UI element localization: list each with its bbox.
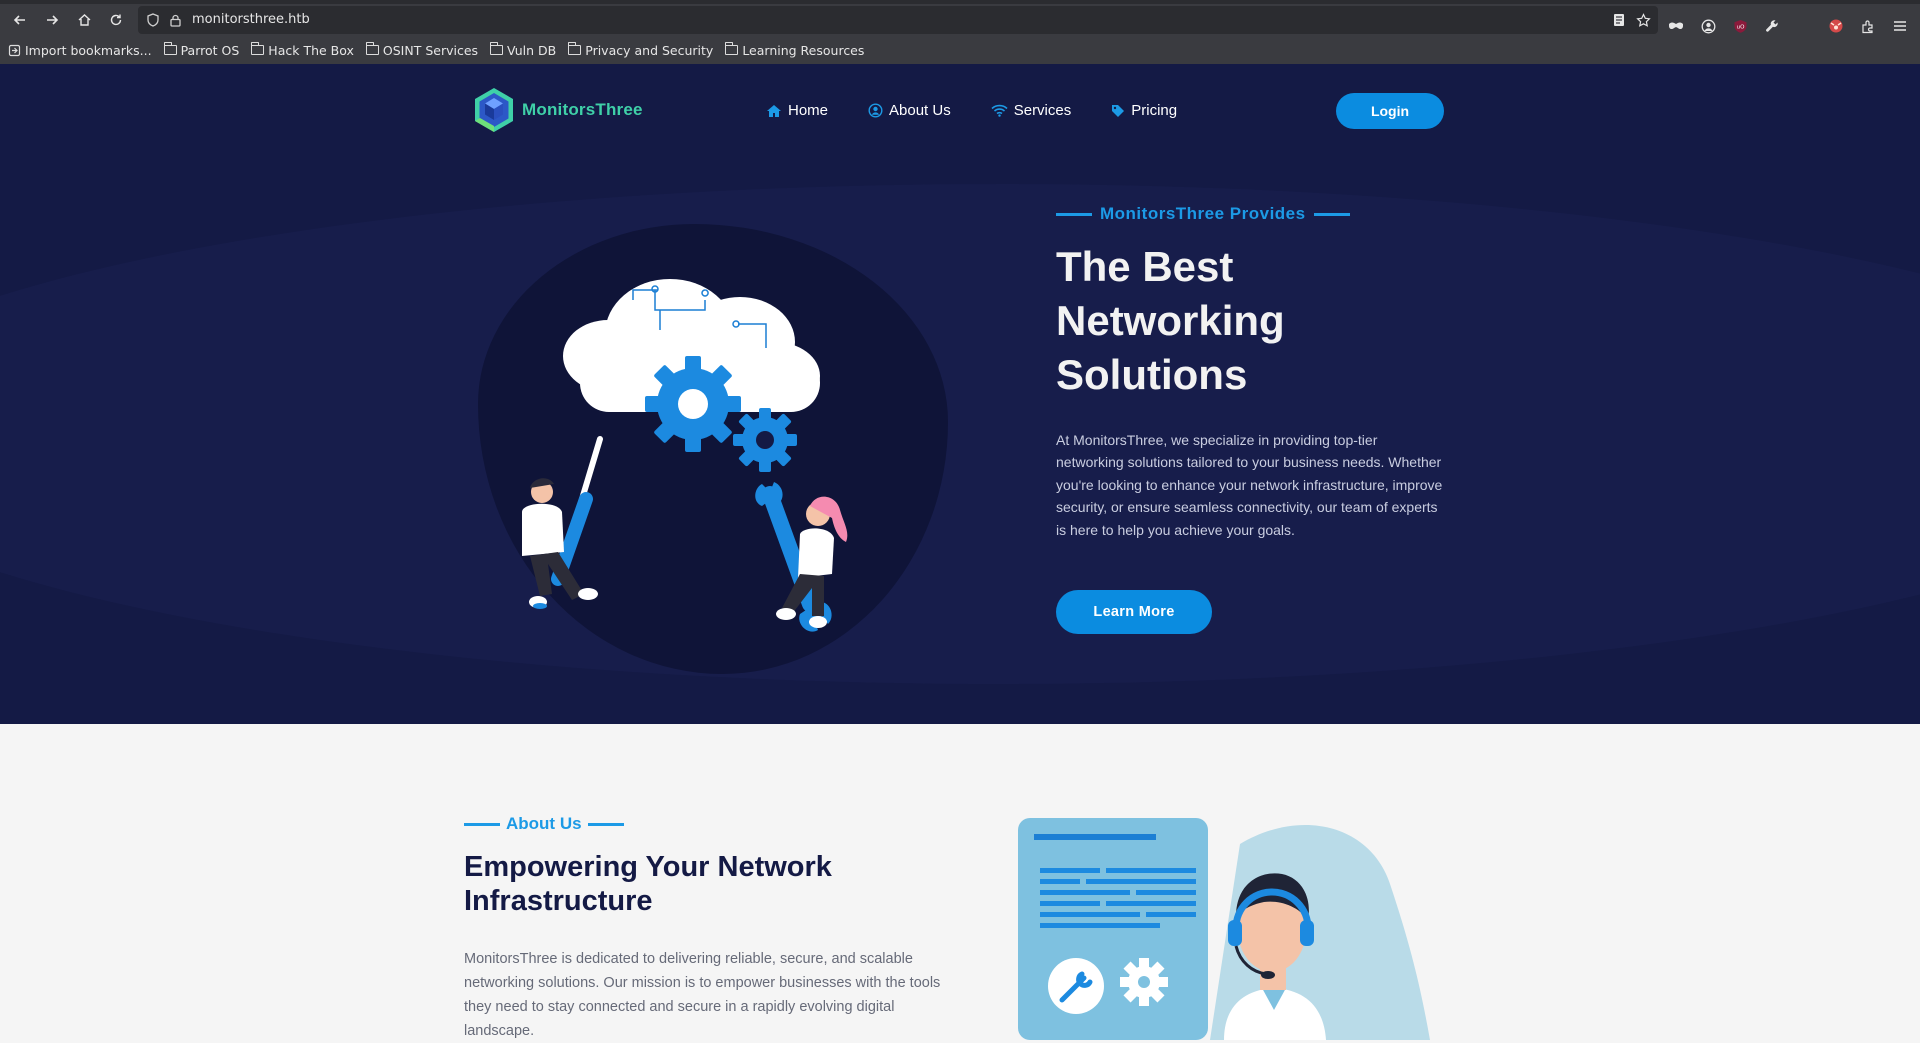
home-icon [767,104,781,117]
hero-section: MonitorsThree Home About Us Services Pri… [0,64,1920,724]
tag-icon [1112,104,1125,117]
hexagon-logo-icon [475,88,513,132]
nav-about-us-label: About Us [889,102,951,119]
bookmarks-toolbar: Import bookmarks... Parrot OS Hack The B… [8,40,864,60]
browser-chrome: monitorsthree.htb uO Import bookmarks...… [0,0,1920,64]
forward-button[interactable] [38,6,66,34]
hero-background-wave [0,184,1920,684]
folder-icon [490,42,504,55]
bookmark-label: Privacy and Security [585,42,714,58]
tab-strip [0,0,1920,4]
bookmark-import[interactable]: Import bookmarks... [8,43,152,58]
reload-button[interactable] [102,6,130,34]
bookmark-label: OSINT Services [382,42,479,58]
site-header: MonitorsThree Home About Us Services Pri… [0,64,1920,154]
bookmark-label: Learning Resources [742,42,865,58]
url-text[interactable]: monitorsthree.htb [192,12,310,27]
bookmark-folder-hack-the-box[interactable]: Hack The Box [251,42,354,58]
nav-home[interactable]: Home [766,102,828,119]
back-button[interactable] [6,6,34,34]
wrench-tool-icon[interactable] [1758,12,1786,40]
bookmark-label: Import bookmarks... [25,42,152,58]
nav-home-label: Home [788,102,829,119]
hero-description: At MonitorsThree, we specialize in provi… [1056,432,1443,538]
bookmark-label: Parrot OS [180,42,240,58]
login-button[interactable]: Login [1336,93,1444,129]
menu-hamburger-icon[interactable] [1886,12,1914,40]
ublock-extension-icon[interactable]: uO [1726,12,1754,40]
shield-icon[interactable] [144,11,162,29]
tagline-dash-right [587,822,624,826]
logo-text: MonitorsThree [522,100,643,119]
nav-about-us[interactable]: About Us [868,102,951,119]
reader-view-icon[interactable] [1610,11,1628,29]
tagline-dash-right [1313,212,1350,216]
private-mask-icon[interactable] [1662,12,1690,40]
bookmark-folder-parrot-os[interactable]: Parrot OS [163,42,240,58]
back-arrow-icon [13,15,25,25]
reload-icon [110,14,122,26]
user-circle-icon [868,103,883,118]
nav-services-label: Services [1013,102,1072,119]
navigation-toolbar: monitorsthree.htb uO [0,6,1920,34]
support-agent-illustration [1018,818,1430,1040]
folder-icon [365,42,379,55]
about-tagline-text: About Us [506,814,582,833]
svg-text:uO: uO [1736,24,1744,30]
bookmark-folder-learning-resources[interactable]: Learning Resources [725,42,865,58]
home-browser-icon [78,14,90,26]
tagline-dash-left [464,822,500,826]
folder-icon [725,42,739,55]
about-section: About Us Empowering Your Network Infrast… [0,724,1920,1040]
nav-pricing-label: Pricing [1131,102,1178,119]
wifi-icon [991,104,1008,117]
forward-arrow-icon [47,15,59,25]
site-logo[interactable]: MonitorsThree [472,86,643,134]
bookmark-folder-privacy-and-security[interactable]: Privacy and Security [568,42,714,58]
foxyproxy-icon[interactable] [1822,12,1850,40]
home-button[interactable] [70,6,98,34]
folder-icon [251,42,265,55]
url-bar[interactable]: monitorsthree.htb [138,6,1658,34]
about-title: Empowering Your Network Infrastructure [464,851,832,917]
hero-tagline: MonitorsThree Provides [1056,204,1350,224]
import-icon [8,44,21,56]
gear-icon [733,408,797,472]
bookmark-label: Hack The Box [268,42,354,58]
tagline-dash-left [1056,212,1092,216]
lock-icon[interactable] [166,11,184,29]
bookmark-star-icon[interactable] [1634,11,1652,29]
extensions-icon[interactable] [1854,12,1882,40]
folder-icon [568,42,582,55]
gear-icon [645,356,741,452]
nav-pricing[interactable]: Pricing [1111,102,1177,119]
folder-icon [163,42,177,55]
account-icon[interactable] [1694,12,1722,40]
bookmark-label: Vuln DB [507,42,557,58]
main-nav: Home About Us Services Pricing [766,102,1177,119]
wrench-icon [1048,958,1104,1014]
hero-tagline-text: MonitorsThree Provides [1100,204,1306,223]
person-with-wrench [755,482,848,632]
learn-more-button[interactable]: Learn More [1056,590,1212,634]
hero-title: The Best Networking Solutions [1056,243,1285,398]
document-panel-icon [1018,818,1208,1040]
about-description: MonitorsThree is dedicated to delivering… [464,951,941,1039]
about-tagline: About Us [464,814,624,834]
nav-services[interactable]: Services [991,102,1072,119]
bookmark-folder-osint-services[interactable]: OSINT Services [365,42,479,58]
cloud-gears-illustration [522,279,848,632]
bookmark-folder-vuln-db[interactable]: Vuln DB [490,42,557,58]
person-with-screwdriver [522,436,603,609]
settings-gear-icon [1120,958,1168,1006]
